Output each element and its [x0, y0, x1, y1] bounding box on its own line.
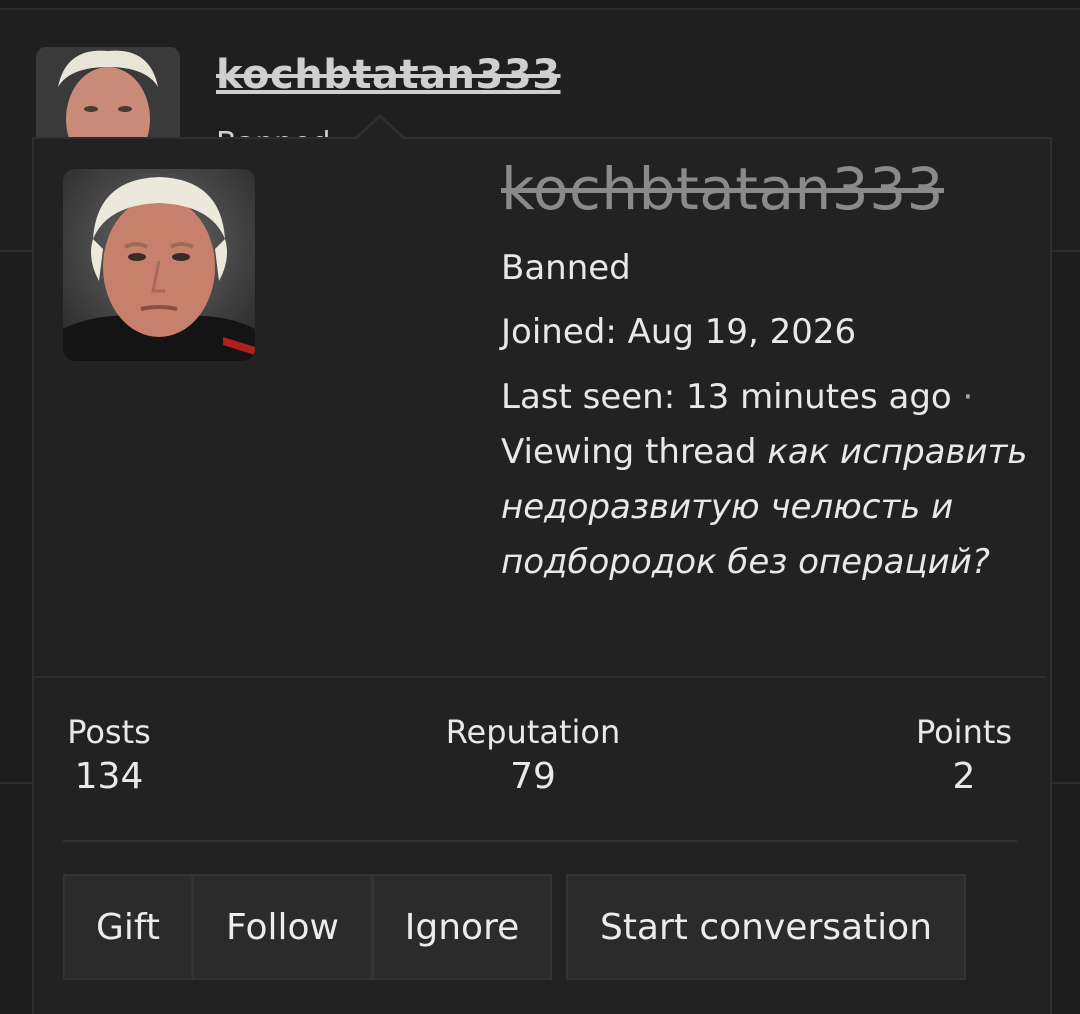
member-joined: Joined: Aug 19, 2026 [501, 312, 857, 352]
member-last-seen: Last seen: 13 minutes ago · Viewing thre… [501, 370, 1031, 590]
separator-dot: · [962, 377, 974, 417]
gift-button[interactable]: Gift [63, 874, 193, 980]
points-label: Points [915, 713, 1013, 751]
popup-arrow-fill [357, 118, 403, 139]
reputation-value: 79 [510, 756, 556, 797]
member-role: Banned [501, 248, 631, 288]
ignore-button[interactable]: Ignore [372, 874, 552, 980]
reputation-label: Reputation [445, 713, 621, 751]
viewing-thread-prefix: Viewing thread [501, 432, 757, 472]
member-info: kochbtatan333 Banned Joined: Aug 19, 202… [501, 150, 1031, 590]
posts-value[interactable]: 134 [63, 752, 155, 802]
background-username-link[interactable]: kochbtatan333 [216, 52, 561, 98]
stat-posts: Posts 134 [63, 712, 155, 802]
member-username[interactable]: kochbtatan333 [501, 150, 1031, 228]
stat-points: Points 2 [908, 712, 1020, 802]
follow-button[interactable]: Follow [192, 874, 373, 980]
start-conversation-button[interactable]: Start conversation [566, 874, 966, 980]
stats-divider [63, 840, 1017, 842]
points-value[interactable]: 2 [908, 752, 1020, 802]
background-avatar[interactable] [36, 47, 180, 147]
stat-reputation: Reputation 79 [436, 712, 630, 802]
page: kochbtatan333 Banned [0, 0, 1080, 1014]
section-divider [34, 676, 1046, 678]
posts-label: Posts [67, 713, 151, 751]
last-seen-text: Last seen: 13 minutes ago [501, 377, 952, 417]
member-avatar[interactable] [63, 169, 255, 361]
